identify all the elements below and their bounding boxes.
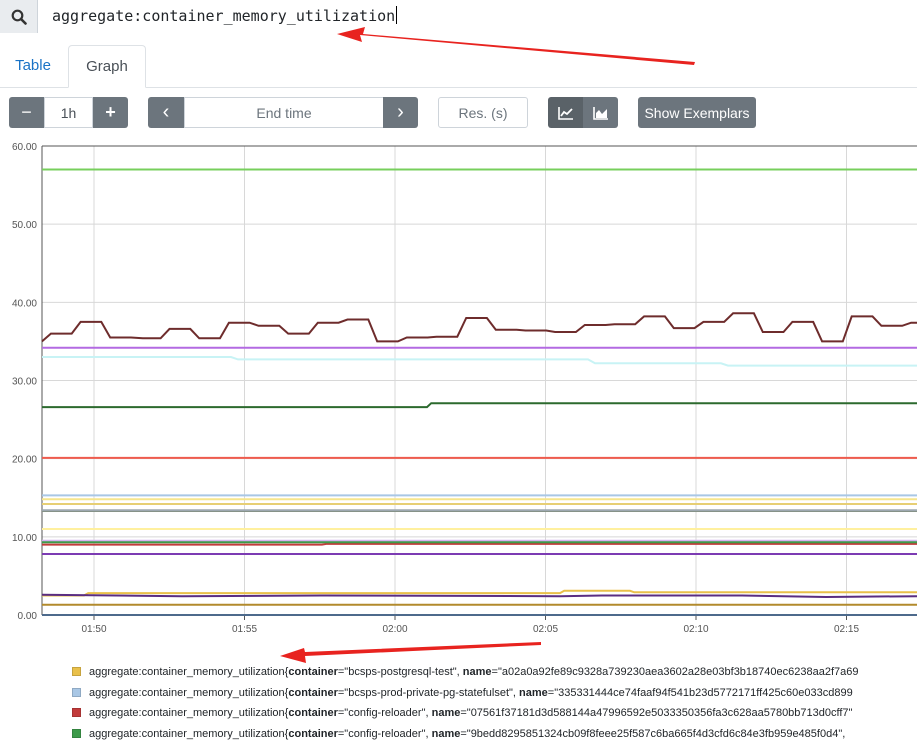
series-line: [41, 593, 917, 599]
series-line: [42, 589, 917, 597]
chevron-left-icon: ‹: [162, 101, 170, 123]
panel-tabs: Table Graph: [0, 45, 917, 88]
legend-label-value: ="bcsps-prod-private-pg-statefulset",: [337, 686, 520, 699]
series-line: [42, 542, 917, 546]
text-caret: [396, 6, 398, 24]
series-line: [42, 356, 917, 367]
legend-label-key: name: [431, 707, 461, 719]
area-chart-icon: [592, 106, 608, 120]
legend-label-key: name: [462, 666, 492, 678]
range-decrease-button[interactable]: −: [9, 97, 44, 128]
x-tick-label: 02:00: [382, 624, 407, 635]
legend-label-value: ="9bedd8295851324cb09f8feee25f587c6ba665…: [460, 727, 846, 740]
end-time-forward-button[interactable]: ›: [383, 97, 418, 128]
graph-plot[interactable]: 0.00 10.00 20.00 30.00 40.00 50.00 60.00 01:50 0…: [0, 140, 917, 640]
legend-label-key: name: [431, 727, 461, 740]
series-line: [42, 402, 917, 409]
legend-metric: aggregate:container_memory_utilization: [89, 666, 285, 678]
range-input[interactable]: 1h: [44, 97, 93, 128]
end-time-back-button[interactable]: ‹: [148, 97, 184, 128]
x-tick-label: 01:55: [232, 624, 257, 635]
legend-label-value: ="bcsps-postgresql-test",: [337, 666, 463, 678]
y-tick-label: 0.00: [18, 611, 38, 622]
legend-item[interactable]: aggregate:container_memory_utilization{c…: [72, 662, 859, 682]
legend-label-key: container: [288, 666, 338, 678]
legend-swatch: [72, 728, 81, 738]
show-exemplars-button[interactable]: Show Exemplars: [638, 97, 756, 128]
range-increase-button[interactable]: +: [93, 97, 128, 128]
stacked-toggle-button[interactable]: [583, 97, 618, 128]
y-tick-label: 60.00: [12, 142, 37, 153]
legend-label-value: ="a02a0a92fe89c9328a739230aea3602a28e03b…: [491, 666, 859, 678]
legend-swatch: [72, 687, 81, 697]
resolution-input[interactable]: Res. (s): [438, 97, 528, 128]
tab-graph[interactable]: Graph: [68, 45, 146, 88]
legend-swatch: [72, 667, 81, 676]
legend-swatch: [72, 708, 81, 717]
expression-input[interactable]: aggregate:container_memory_utilization: [37, 0, 917, 33]
series-line: [41, 312, 917, 343]
legend-label-key: container: [288, 707, 338, 719]
legend-label-value: ="config-reloader",: [337, 727, 432, 740]
end-time-input[interactable]: End time: [184, 97, 384, 128]
legend-item[interactable]: aggregate:container_memory_utilization{c…: [72, 703, 852, 723]
y-tick-label: 50.00: [12, 220, 37, 231]
annotation-arrow-legend: [280, 642, 541, 663]
y-tick-label: 40.00: [12, 298, 37, 309]
legend-item[interactable]: aggregate:container_memory_utilization{c…: [72, 724, 845, 744]
search-button[interactable]: [0, 0, 38, 33]
search-icon: [11, 9, 27, 25]
y-tick-label: 20.00: [12, 455, 37, 466]
line-chart-icon: [557, 106, 573, 120]
expression-text: aggregate:container_memory_utilization: [52, 7, 396, 25]
x-tick-label: 02:15: [834, 624, 859, 635]
legend-label-value: ="335331444ce74faaf94f541b23d5772171ff42…: [547, 686, 853, 699]
y-tick-label: 30.00: [12, 377, 37, 388]
tab-table[interactable]: Table: [0, 45, 66, 87]
x-tick-label: 01:50: [81, 624, 106, 635]
unstacked-toggle-button[interactable]: [548, 97, 583, 128]
legend-label-key: container: [288, 686, 338, 699]
legend-label-value: ="07561f37181d3d588144a47996592e50333503…: [460, 707, 853, 719]
y-tick-label: 10.00: [12, 533, 37, 544]
chevron-right-icon: ›: [397, 101, 404, 123]
legend-item[interactable]: aggregate:container_memory_utilization{c…: [72, 683, 853, 703]
legend-metric: aggregate:container_memory_utilization: [89, 727, 285, 740]
x-tick-label: 02:10: [683, 624, 708, 635]
legend-metric: aggregate:container_memory_utilization: [89, 686, 285, 699]
legend-label-key: name: [519, 686, 548, 699]
legend-label-value: ="config-reloader",: [337, 707, 432, 719]
legend-metric: aggregate:container_memory_utilization: [89, 707, 285, 719]
x-tick-label: 02:05: [533, 624, 558, 635]
expression-bar: aggregate:container_memory_utilization: [0, 0, 917, 33]
legend-label-key: container: [288, 727, 338, 740]
